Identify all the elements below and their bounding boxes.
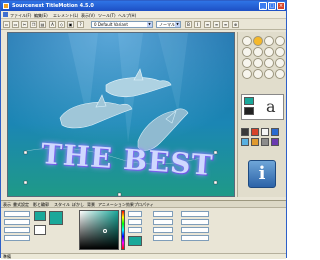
text-tool-icon[interactable] bbox=[242, 47, 252, 57]
star-tool-icon[interactable] bbox=[264, 47, 274, 57]
style-select[interactable]: ノーマル ▼ bbox=[156, 21, 181, 28]
zoom-in-tool-icon[interactable] bbox=[242, 58, 252, 68]
param-field-6[interactable] bbox=[181, 219, 209, 225]
shadow-tool-icon[interactable] bbox=[264, 69, 274, 79]
chevron-down-icon: ▼ bbox=[175, 22, 180, 27]
prop-field-3[interactable] bbox=[4, 227, 30, 233]
tab-animation[interactable]: アニメーション効果 bbox=[98, 202, 134, 208]
status-text: 準備 bbox=[3, 254, 11, 259]
bold-icon[interactable]: B bbox=[185, 21, 192, 28]
hand-tool-icon[interactable] bbox=[264, 58, 274, 68]
image-icon[interactable]: ▣ bbox=[67, 21, 74, 28]
color-white-swatch[interactable] bbox=[261, 128, 269, 136]
param-field-8[interactable] bbox=[181, 235, 209, 241]
text-icon[interactable]: A bbox=[49, 21, 56, 28]
blur-tool-icon[interactable] bbox=[275, 69, 285, 79]
prop-field-1[interactable] bbox=[4, 211, 30, 217]
outline-color-swatch[interactable] bbox=[34, 211, 46, 221]
shape-icon[interactable]: ◇ bbox=[58, 21, 65, 28]
tab-shadow-outline[interactable]: 影と輪郭 bbox=[33, 202, 49, 208]
letter-sample: a bbox=[266, 97, 276, 116]
circle-tool-icon[interactable] bbox=[253, 47, 263, 57]
font-select[interactable]: 0 Default Variant ▼ bbox=[91, 21, 153, 28]
preview-box: a bbox=[241, 94, 284, 120]
move-tool-icon[interactable] bbox=[275, 36, 285, 46]
paste-icon[interactable]: ▤ bbox=[39, 21, 46, 28]
stroke-color-swatch[interactable] bbox=[244, 107, 254, 115]
properties-panel: 表示 書式設定 影と輪郭 スタイル ぼかし 背景 アニメーション効果 プロパティ bbox=[1, 200, 286, 253]
eyedropper-tool-icon[interactable] bbox=[275, 58, 285, 68]
color-purple-swatch[interactable] bbox=[271, 138, 279, 146]
selected-color-swatch[interactable] bbox=[49, 211, 63, 225]
fill-color-swatch[interactable] bbox=[244, 97, 254, 105]
cut-icon[interactable]: ✂ bbox=[21, 21, 28, 28]
align-center-icon[interactable]: ≡ bbox=[213, 21, 220, 28]
font-select-value: 0 Default Variant bbox=[94, 22, 128, 27]
tab-style[interactable]: スタイル bbox=[54, 202, 70, 208]
color-blue-swatch[interactable] bbox=[271, 128, 279, 136]
application-window: Sourcenext TitleMotion 4.5.0 _ □ × ファイル(… bbox=[0, 0, 287, 259]
zoom-icon[interactable]: ⊕ bbox=[232, 21, 239, 28]
path-tool-icon[interactable] bbox=[275, 47, 285, 57]
zoom-out-tool-icon[interactable] bbox=[253, 58, 263, 68]
rotate-tool-icon[interactable] bbox=[264, 36, 274, 46]
color-dark-swatch[interactable] bbox=[241, 128, 249, 136]
align-left-icon[interactable]: ≡ bbox=[204, 21, 211, 28]
fill-color-box[interactable] bbox=[34, 225, 46, 235]
help-icon[interactable]: ? bbox=[77, 21, 84, 28]
color-value-r[interactable] bbox=[128, 211, 142, 217]
italic-icon[interactable]: I bbox=[194, 21, 201, 28]
menu-bar: ファイル(F) 編集(E) エレメント(L) 表示(V) ツール(T) ヘルプ(… bbox=[1, 11, 286, 19]
properties-tabs: 表示 書式設定 影と輪郭 スタイル ぼかし 背景 アニメーション効果 プロパティ bbox=[1, 201, 286, 208]
tab-display[interactable]: 表示 bbox=[3, 202, 11, 208]
color-gray-swatch[interactable] bbox=[261, 138, 269, 146]
menu-app-icon[interactable] bbox=[3, 12, 8, 17]
color-orange-swatch[interactable] bbox=[251, 138, 259, 146]
window-title: Sourcenext TitleMotion 4.5.0 bbox=[12, 3, 94, 9]
color-red-swatch[interactable] bbox=[251, 128, 259, 136]
maximize-button[interactable]: □ bbox=[268, 2, 276, 10]
tab-format[interactable]: 書式設定 bbox=[13, 202, 29, 208]
align-right-icon[interactable]: ≡ bbox=[222, 21, 229, 28]
tab-background[interactable]: 背景 bbox=[87, 202, 95, 208]
color-picker-square[interactable] bbox=[79, 210, 119, 250]
current-color-preview bbox=[128, 236, 142, 246]
fill-tool-icon[interactable] bbox=[242, 69, 252, 79]
info-icon[interactable]: i bbox=[248, 160, 276, 188]
open-icon[interactable]: ▭ bbox=[12, 21, 19, 28]
chevron-down-icon: ▼ bbox=[147, 22, 152, 27]
param-field-1[interactable] bbox=[153, 211, 173, 217]
minimize-button[interactable]: _ bbox=[259, 2, 267, 10]
close-button[interactable]: × bbox=[277, 2, 285, 10]
tab-properties[interactable]: プロパティ bbox=[134, 202, 154, 208]
param-field-4[interactable] bbox=[153, 235, 173, 241]
preview-canvas[interactable]: THE BEST bbox=[7, 32, 235, 197]
main-toolbar: ▫ ▭ ✂ ❐ ▤ A ◇ ▣ ? 0 Default Variant ▼ ノー… bbox=[1, 19, 286, 30]
select-tool-icon[interactable] bbox=[242, 36, 252, 46]
tab-blur[interactable]: ぼかし bbox=[72, 202, 84, 208]
color-value-b[interactable] bbox=[128, 227, 142, 233]
title-bar[interactable]: Sourcenext TitleMotion 4.5.0 _ □ × bbox=[1, 1, 286, 11]
tool-palette: a i bbox=[237, 32, 286, 197]
hue-slider[interactable] bbox=[121, 210, 125, 250]
param-field-5[interactable] bbox=[181, 211, 209, 217]
copy-icon[interactable]: ❐ bbox=[30, 21, 37, 28]
new-icon[interactable]: ▫ bbox=[3, 21, 10, 28]
param-field-7[interactable] bbox=[181, 227, 209, 233]
style-select-value: ノーマル bbox=[159, 22, 175, 27]
prop-field-4[interactable] bbox=[4, 235, 30, 241]
status-bar: 準備 bbox=[1, 253, 286, 259]
app-icon bbox=[3, 3, 9, 9]
param-field-2[interactable] bbox=[153, 219, 173, 225]
param-field-3[interactable] bbox=[153, 227, 173, 233]
prop-field-2[interactable] bbox=[4, 219, 30, 225]
stroke-tool-icon[interactable] bbox=[253, 69, 263, 79]
color-value-g[interactable] bbox=[128, 219, 142, 225]
active-tool-icon[interactable] bbox=[253, 36, 263, 46]
color-cyan-swatch[interactable] bbox=[241, 138, 249, 146]
